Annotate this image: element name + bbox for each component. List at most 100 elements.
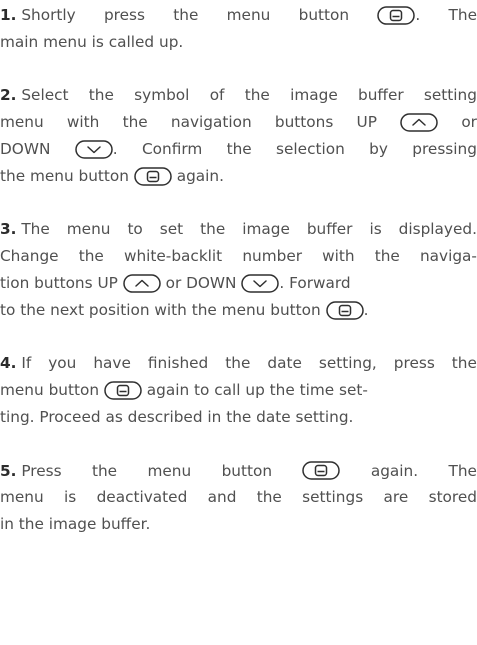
- step-text: the: [225, 354, 251, 373]
- step-text: button: [298, 6, 350, 24]
- step-text: navigation: [170, 113, 252, 132]
- step-lead: 5. Press: [0, 458, 62, 485]
- step-text: the: [78, 247, 104, 266]
- step-line: menu is deactivated and the settings are stored: [0, 484, 477, 511]
- step-text: naviga-: [419, 247, 477, 266]
- step-text: to: [127, 220, 143, 239]
- step-line: 4. If you have finished the date setting, press…: [0, 350, 477, 377]
- instruction-document: 1. Shortly press the menu button. The main men…: [0, 2, 477, 565]
- instruction-step: 2. Select the symbol of the image buffer settin…: [0, 82, 477, 189]
- step-text: the menu button: [0, 166, 134, 185]
- step-line: 2. Select the symbol of the image buffer settin…: [0, 82, 477, 109]
- step-text: DOWN: [0, 139, 51, 158]
- step-text: with: [322, 247, 355, 266]
- step-text: of: [209, 86, 225, 105]
- step-text: image: [242, 220, 290, 239]
- step-text: menu: [147, 461, 192, 480]
- step-text: .: [363, 300, 369, 319]
- step-text: again to call up the time set-: [141, 381, 368, 400]
- step-lead: 2. Select: [0, 82, 69, 109]
- step-text: menu: [0, 113, 44, 132]
- step-lead: 1. Shortly: [0, 2, 76, 29]
- step-line: DOWN. Confirm the selection by pressing: [0, 136, 477, 163]
- step-text: buffer: [358, 86, 404, 105]
- step-text: Change: [0, 247, 59, 266]
- step-text: stored: [428, 488, 477, 507]
- step-text: button: [221, 461, 273, 480]
- instruction-step: 5. Press the menu button again. The menu is deac…: [0, 458, 477, 538]
- icon-group: .: [377, 2, 420, 29]
- step-text: you: [48, 354, 77, 373]
- step-text: If: [16, 354, 32, 373]
- step-text: press: [393, 354, 435, 373]
- menu-button-icon: [325, 300, 364, 320]
- menu-button-icon: [104, 381, 142, 400]
- step-text: .: [112, 139, 118, 158]
- step-text: or DOWN: [160, 273, 242, 292]
- step-text: to the next position with the menu butto…: [0, 300, 326, 319]
- step-text: Confirm: [141, 139, 203, 158]
- step-text: the: [374, 247, 400, 266]
- step-text: date: [267, 354, 302, 373]
- step-text: symbol: [134, 86, 190, 105]
- step-text: settings: [302, 488, 364, 507]
- up-button-icon: [400, 113, 438, 132]
- step-number: 2.: [0, 86, 17, 105]
- step-text: buttons: [274, 113, 334, 132]
- step-line: the menu button again.: [0, 163, 477, 190]
- step-text: menu: [226, 6, 271, 24]
- step-text: by: [369, 139, 388, 158]
- step-text: main menu is called up.: [0, 32, 184, 51]
- step-text: and: [207, 488, 237, 507]
- instruction-step: 1. Shortly press the menu button. The main men…: [0, 2, 477, 56]
- step-text: the: [122, 113, 148, 132]
- step-text: menu: [0, 488, 44, 507]
- step-text: again.: [370, 461, 419, 480]
- step-text: Press: [16, 461, 62, 480]
- step-number: 5.: [0, 461, 17, 480]
- step-text: are: [383, 488, 409, 507]
- step-text: the: [200, 220, 226, 239]
- icon-group: .: [74, 136, 118, 163]
- step-text: with: [66, 113, 100, 132]
- step-number: 1.: [0, 6, 17, 24]
- up-button-icon: [122, 274, 161, 293]
- step-text: have: [93, 354, 131, 373]
- step-text: The: [16, 220, 50, 239]
- step-line: tion buttons UP or DOWN . Forward: [0, 270, 477, 297]
- step-text: displayed.: [398, 220, 477, 239]
- step-text: finished: [147, 354, 209, 373]
- step-lead: 3. The: [0, 216, 50, 243]
- step-text: the: [256, 488, 282, 507]
- step-text: set: [159, 220, 184, 239]
- step-text: . Forward: [279, 273, 351, 292]
- instruction-step: 3. The menu to set the image buffer is displayed…: [0, 216, 477, 323]
- step-text: UP: [356, 113, 377, 132]
- step-text: Select: [16, 86, 69, 105]
- step-line: to the next position with the menu butto…: [0, 297, 477, 324]
- step-text: tion buttons UP: [0, 273, 123, 292]
- step-line: ting. Proceed as described in the date s…: [0, 404, 477, 431]
- step-text: Shortly: [16, 6, 76, 24]
- step-text: is: [64, 488, 77, 507]
- step-number: 3.: [0, 220, 17, 239]
- step-line: menu with the navigation buttons UP or: [0, 109, 477, 136]
- step-text: or: [461, 113, 477, 132]
- step-text: the: [173, 6, 199, 24]
- step-line: menu button again to call up the time se…: [0, 377, 477, 404]
- step-line: Change the white-backlit number with the navig…: [0, 243, 477, 270]
- step-number: 4.: [0, 354, 17, 373]
- step-text: setting: [423, 86, 477, 105]
- step-text: deactivated: [96, 488, 188, 507]
- instruction-step: 4. If you have finished the date setting, press…: [0, 350, 477, 430]
- step-text: is: [369, 220, 382, 239]
- step-text: in the image buffer.: [0, 515, 151, 534]
- step-text: buffer: [306, 220, 353, 239]
- step-text: The: [448, 6, 477, 24]
- step-text: the: [91, 461, 118, 480]
- step-text: the: [244, 86, 270, 105]
- step-text: .: [415, 6, 421, 24]
- step-text: ting. Proceed as described in the date s…: [0, 407, 354, 426]
- menu-button-icon: [302, 461, 341, 481]
- step-line: 3. The menu to set the image buffer is displayed…: [0, 216, 477, 243]
